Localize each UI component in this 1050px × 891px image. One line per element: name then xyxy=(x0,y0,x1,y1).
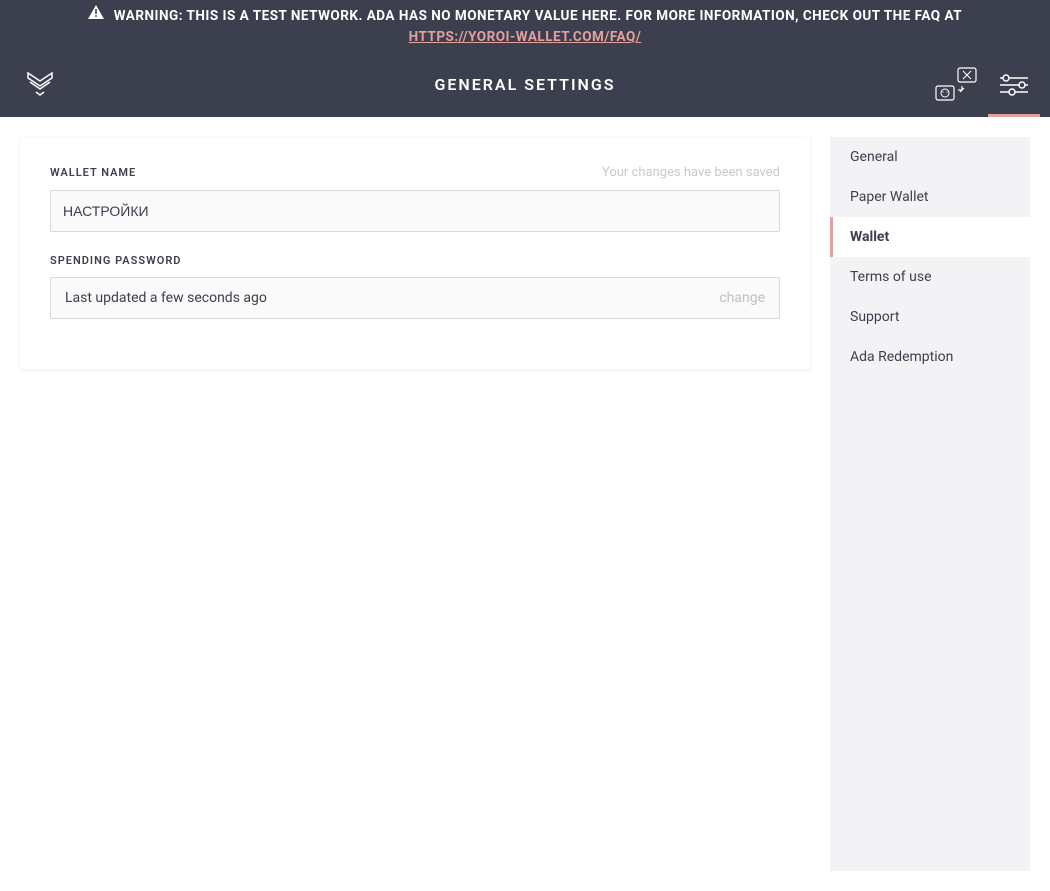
wallet-name-label: WALLET NAME xyxy=(50,166,136,179)
warning-link[interactable]: HTTPS://YOROI-WALLET.COM/FAQ/ xyxy=(20,27,1030,47)
page-title: GENERAL SETTINGS xyxy=(434,75,615,94)
settings-icon[interactable] xyxy=(998,53,1030,117)
topbar: GENERAL SETTINGS xyxy=(0,53,1050,117)
sidebar-item-general[interactable]: General xyxy=(830,137,1030,177)
warning-text: WARNING: THIS IS A TEST NETWORK. ADA HAS… xyxy=(114,8,962,24)
sidebar-item-paper-wallet[interactable]: Paper Wallet xyxy=(830,177,1030,217)
sidebar-item-terms-of-use[interactable]: Terms of use xyxy=(830,257,1030,297)
sidebar-item-wallet[interactable]: Wallet xyxy=(830,217,1030,257)
topbar-right xyxy=(934,53,1030,117)
wallet-name-input[interactable] xyxy=(50,190,780,232)
wallet-name-saved-hint: Your changes have been saved xyxy=(602,165,780,180)
wallet-name-group: WALLET NAME Your changes have been saved xyxy=(50,165,780,232)
spending-password-status: Last updated a few seconds ago xyxy=(65,290,267,306)
settings-sidebar: General Paper Wallet Wallet Terms of use… xyxy=(830,137,1030,871)
logo-icon[interactable] xyxy=(20,65,60,105)
daedalus-transfer-icon[interactable] xyxy=(934,53,978,117)
sidebar-item-support[interactable]: Support xyxy=(830,297,1030,337)
content: WALLET NAME Your changes have been saved… xyxy=(0,117,1050,891)
spending-password-group: SPENDING PASSWORD Last updated a few sec… xyxy=(50,254,780,319)
main-panel: WALLET NAME Your changes have been saved… xyxy=(20,137,810,369)
spending-password-row: Last updated a few seconds ago change xyxy=(50,277,780,319)
warning-banner: WARNING: THIS IS A TEST NETWORK. ADA HAS… xyxy=(0,0,1050,53)
sidebar-item-ada-redemption[interactable]: Ada Redemption xyxy=(830,337,1030,377)
spending-password-label: SPENDING PASSWORD xyxy=(50,254,181,267)
change-password-link[interactable]: change xyxy=(719,290,765,306)
warning-icon xyxy=(88,5,104,25)
